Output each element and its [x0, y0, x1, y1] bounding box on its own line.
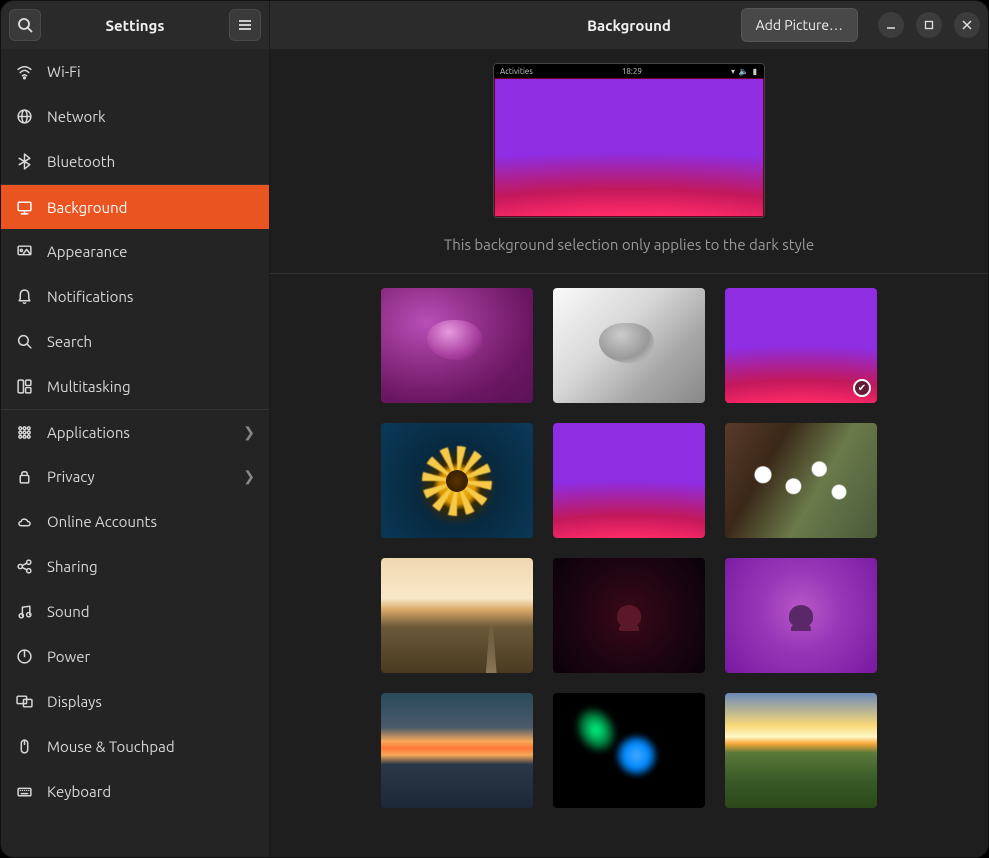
sidebar-item-bluetooth[interactable]: Bluetooth — [1, 139, 269, 184]
share-icon — [15, 558, 33, 576]
wifi-icon — [15, 63, 33, 81]
search-button[interactable] — [9, 9, 41, 41]
window-controls — [878, 12, 980, 38]
content-divider — [270, 273, 988, 274]
sidebar-item-keyboard[interactable]: Keyboard — [1, 769, 269, 814]
add-picture-label: Add Picture… — [756, 17, 843, 33]
preview-status-icons: ▾ 🔈 ▮ — [731, 67, 758, 76]
globe-icon — [15, 108, 33, 126]
lock-icon — [15, 468, 33, 486]
wallpaper-thumb-waves[interactable]: ✔ — [725, 288, 877, 403]
search-icon — [15, 333, 33, 351]
wallpaper-thumb-waves-2[interactable] — [553, 423, 705, 538]
sidebar-item-label: Displays — [47, 693, 255, 710]
titlebar-sidebar: Settings — [1, 1, 270, 49]
sidebar-item-notifications[interactable]: Notifications — [1, 274, 269, 319]
keyboard-icon — [15, 783, 33, 801]
close-icon — [962, 20, 972, 30]
sidebar-item-label: Mouse & Touchpad — [47, 738, 255, 755]
menu-button[interactable] — [229, 9, 261, 41]
sidebar-item-label: Network — [47, 108, 255, 125]
sidebar-item-label: Background — [47, 199, 255, 216]
sidebar-item-power[interactable]: Power — [1, 634, 269, 679]
multitask-icon — [15, 378, 33, 396]
sidebar-item-search[interactable]: Search — [1, 319, 269, 364]
sidebar[interactable]: Wi-Fi Network Bluetooth Background Appearanc… — [1, 49, 270, 857]
sidebar-item-network[interactable]: Network — [1, 94, 269, 139]
sidebar-item-label: Online Accounts — [47, 513, 255, 530]
wallpaper-thumb-jelly-grey[interactable] — [553, 288, 705, 403]
style-hint-text: This background selection only applies t… — [444, 236, 814, 253]
add-picture-button[interactable]: Add Picture… — [741, 8, 858, 42]
wallpaper-thumb-flower[interactable] — [381, 423, 533, 538]
chevron-right-icon: ❯ — [243, 424, 255, 441]
sidebar-item-multitasking[interactable]: Multitasking — [1, 364, 269, 409]
appearance-icon — [15, 243, 33, 261]
note-icon — [15, 603, 33, 621]
sidebar-item-label: Appearance — [47, 243, 255, 260]
minimize-icon — [886, 20, 896, 30]
sidebar-item-applications[interactable]: Applications ❯ — [1, 409, 269, 454]
preview-clock: 18:29 — [622, 67, 642, 76]
titlebar: Settings Background Add Picture… — [1, 1, 988, 49]
sidebar-item-label: Keyboard — [47, 783, 255, 800]
sidebar-item-mouse[interactable]: Mouse & Touchpad — [1, 724, 269, 769]
minimize-button[interactable] — [878, 12, 904, 38]
bell-icon — [15, 288, 33, 306]
sidebar-item-sharing[interactable]: Sharing — [1, 544, 269, 589]
window-body: Wi-Fi Network Bluetooth Background Appearanc… — [1, 49, 988, 857]
wallpaper-thumb-dark-jelly[interactable] — [553, 558, 705, 673]
sidebar-item-label: Multitasking — [47, 378, 255, 395]
mouse-icon — [15, 738, 33, 756]
sidebar-item-wifi[interactable]: Wi-Fi — [1, 49, 269, 94]
sidebar-item-label: Sharing — [47, 558, 255, 575]
sidebar-item-privacy[interactable]: Privacy ❯ — [1, 454, 269, 499]
sidebar-item-label: Sound — [47, 603, 255, 620]
wallpaper-thumb-purple-jelly[interactable] — [725, 558, 877, 673]
maximize-button[interactable] — [916, 12, 942, 38]
settings-window: Settings Background Add Picture… — [0, 0, 989, 858]
wallpaper-thumb-cherry[interactable] — [725, 423, 877, 538]
sidebar-item-appearance[interactable]: Appearance — [1, 229, 269, 274]
preview-activities-label: Activities — [500, 67, 533, 76]
selected-check-icon: ✔ — [853, 379, 871, 397]
cloud-icon — [15, 513, 33, 531]
app-title: Settings — [49, 17, 221, 34]
preview-topbar: Activities 18:29 ▾ 🔈 ▮ — [494, 64, 764, 78]
titlebar-content: Background Add Picture… — [270, 1, 988, 49]
monitor-icon — [15, 198, 33, 216]
sidebar-item-background[interactable]: Background — [1, 184, 269, 229]
content-area[interactable]: Activities 18:29 ▾ 🔈 ▮ This background s… — [270, 49, 988, 857]
wallpaper-thumb-abstract-blue[interactable] — [553, 693, 705, 808]
maximize-icon — [924, 20, 934, 30]
sidebar-item-label: Bluetooth — [47, 153, 255, 170]
displays-icon — [15, 693, 33, 711]
wallpaper-grid: ✔ — [381, 288, 877, 818]
wallpaper-thumb-jelly-purple[interactable] — [381, 288, 533, 403]
sidebar-item-label: Applications — [47, 424, 229, 441]
wallpaper-thumb-road[interactable] — [381, 558, 533, 673]
sidebar-item-label: Privacy — [47, 468, 229, 485]
search-icon — [17, 17, 33, 33]
chevron-right-icon: ❯ — [243, 468, 255, 485]
close-button[interactable] — [954, 12, 980, 38]
hamburger-icon — [237, 17, 253, 33]
bluetooth-icon — [15, 153, 33, 171]
grid-icon — [15, 423, 33, 441]
sidebar-item-sound[interactable]: Sound — [1, 589, 269, 634]
sidebar-item-displays[interactable]: Displays — [1, 679, 269, 724]
wallpaper-thumb-landscape[interactable] — [725, 693, 877, 808]
preview-wallpaper — [494, 78, 764, 217]
current-background-preview: Activities 18:29 ▾ 🔈 ▮ — [493, 63, 765, 218]
sidebar-item-label: Wi-Fi — [47, 63, 255, 80]
sidebar-item-label: Search — [47, 333, 255, 350]
sidebar-item-label: Notifications — [47, 288, 255, 305]
power-icon — [15, 648, 33, 666]
wallpaper-thumb-lake[interactable] — [381, 693, 533, 808]
sidebar-item-online-accounts[interactable]: Online Accounts — [1, 499, 269, 544]
sidebar-item-label: Power — [47, 648, 255, 665]
